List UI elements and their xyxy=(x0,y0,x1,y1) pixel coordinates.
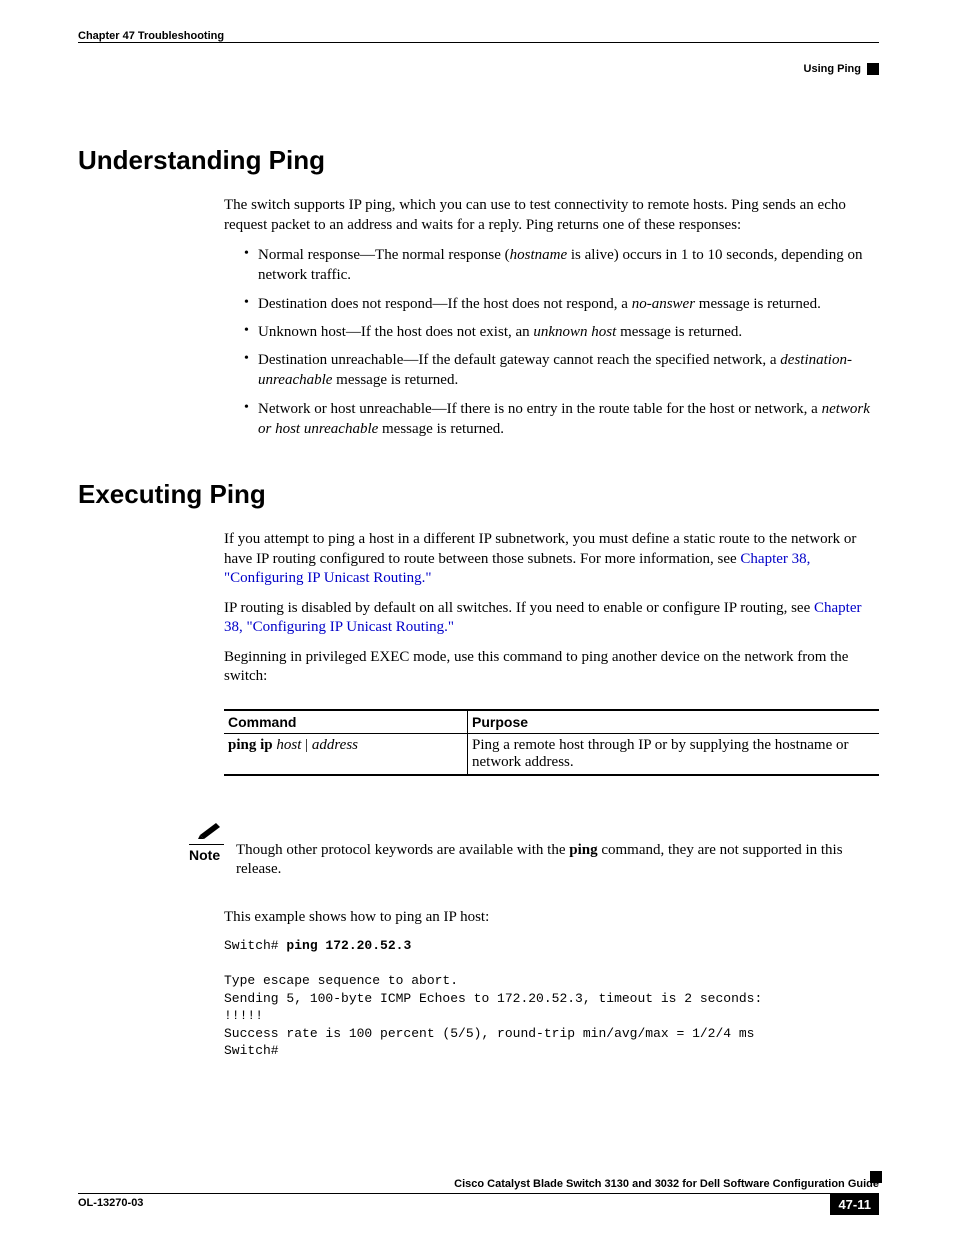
command-cell: ping ip host | address xyxy=(224,733,468,775)
note-label: Note xyxy=(189,844,224,863)
list-item: Destination does not respond—If the host… xyxy=(244,294,879,314)
heading-executing-ping: Executing Ping xyxy=(78,479,879,510)
exec-paragraph-3: Beginning in privileged EXEC mode, use t… xyxy=(224,648,879,687)
section-label: Using Ping xyxy=(804,63,861,75)
example-intro: This example shows how to ping an IP hos… xyxy=(224,908,879,928)
exec-paragraph-1: If you attempt to ping a host in a diffe… xyxy=(224,530,879,589)
document-id: OL-13270-03 xyxy=(78,1197,143,1209)
intro-paragraph: The switch supports IP ping, which you c… xyxy=(224,196,879,235)
note-text: Though other protocol keywords are avail… xyxy=(236,821,879,880)
table-header-command: Command xyxy=(224,710,468,734)
purpose-cell: Ping a remote host through IP or by supp… xyxy=(468,733,880,775)
note-block: Note Though other protocol keywords are … xyxy=(78,821,879,880)
table-row: ping ip host | address Ping a remote hos… xyxy=(224,733,879,775)
list-item: Unknown host—If the host does not exist,… xyxy=(244,322,879,342)
guide-title: Cisco Catalyst Blade Switch 3130 and 303… xyxy=(78,1178,879,1190)
note-icon xyxy=(198,821,224,844)
code-block: Switch# ping 172.20.52.3 Type escape seq… xyxy=(224,937,879,1060)
header-marker-icon xyxy=(867,63,879,75)
page-footer: Cisco Catalyst Blade Switch 3130 and 303… xyxy=(78,1178,879,1215)
response-list: Normal response—The normal response (hos… xyxy=(224,245,879,439)
heading-understanding-ping: Understanding Ping xyxy=(78,145,879,176)
table-header-purpose: Purpose xyxy=(468,710,880,734)
list-item: Network or host unreachable—If there is … xyxy=(244,399,879,440)
chapter-label: Chapter 47 Troubleshooting xyxy=(78,30,224,42)
list-item: Normal response—The normal response (hos… xyxy=(244,245,879,286)
exec-paragraph-2: IP routing is disabled by default on all… xyxy=(224,599,879,638)
command-table: Command Purpose ping ip host | address P… xyxy=(224,709,879,776)
list-item: Destination unreachable—If the default g… xyxy=(244,350,879,391)
page-header: Chapter 47 Troubleshooting Using Ping xyxy=(78,30,879,75)
page-number: 47-11 xyxy=(830,1194,879,1215)
footer-marker-icon xyxy=(870,1171,882,1183)
